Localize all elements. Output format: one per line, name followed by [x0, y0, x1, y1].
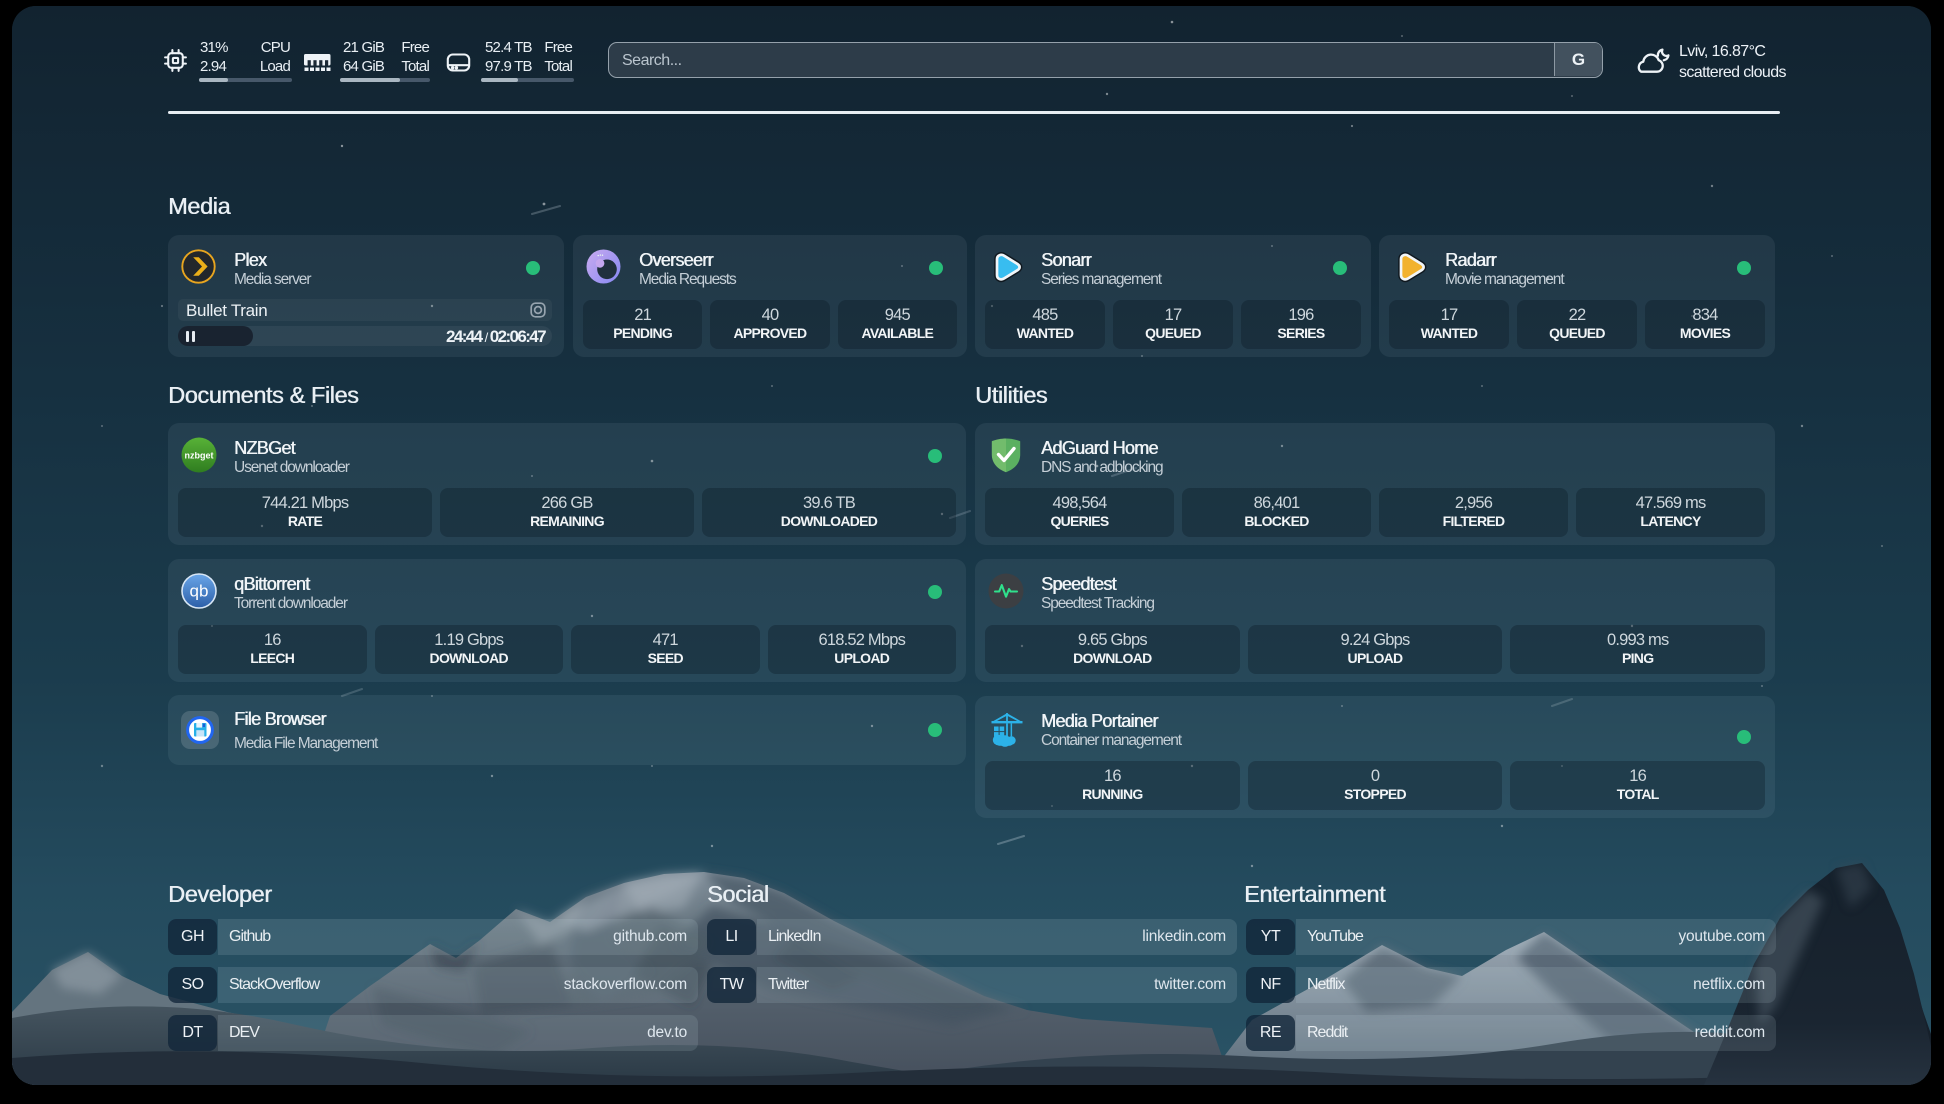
svg-text:nzbget: nzbget: [185, 451, 214, 461]
svg-text:qb: qb: [190, 582, 209, 601]
